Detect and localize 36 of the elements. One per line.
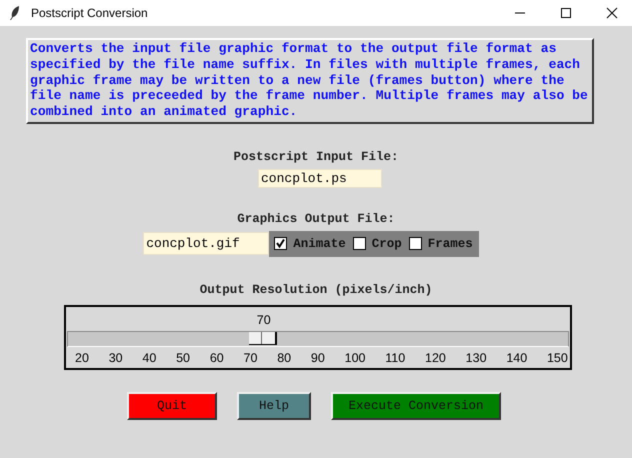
tick-label: 50 xyxy=(176,350,190,365)
tick-label: 100 xyxy=(344,350,366,365)
slider-thumb[interactable] xyxy=(248,332,277,345)
output-file-label: Graphics Output File: xyxy=(237,212,395,226)
tick-label: 150 xyxy=(546,350,568,365)
option-label: Crop xyxy=(372,236,402,251)
tick-label: 90 xyxy=(310,350,325,365)
tick-label: 70 xyxy=(244,350,258,365)
tick-label: 130 xyxy=(466,350,487,365)
tick-label: 140 xyxy=(506,350,528,365)
option-label: Animate xyxy=(293,236,346,251)
tick-label: 110 xyxy=(385,350,406,365)
tick-label: 20 xyxy=(75,350,89,365)
window-title: Postscript Conversion xyxy=(31,6,148,20)
tick-label: 30 xyxy=(108,350,123,365)
output-file-field[interactable]: concplot.gif xyxy=(143,232,270,255)
tick-label: 60 xyxy=(210,350,224,365)
resolution-label: Output Resolution (pixels/inch) xyxy=(200,282,432,297)
tick-label: 120 xyxy=(425,350,446,365)
feather-icon xyxy=(9,5,21,21)
maximize-icon[interactable] xyxy=(560,7,572,19)
tick-label: 80 xyxy=(277,350,292,365)
description-text: Converts the input file graphic format to the output file format as specified by the file name suffix. In files with multiple frames, each graphic frame may be written to a new file (frames button) where the file name is preceeded by the frame number. Multiple frames may also be combined into an animated graphic. xyxy=(26,38,594,124)
execute-button[interactable]: Execute Conversion xyxy=(331,392,501,420)
tick-label: 40 xyxy=(142,350,156,365)
input-file-label: Postscript Input File: xyxy=(233,150,399,164)
close-icon[interactable] xyxy=(606,7,618,19)
help-button[interactable]: Help xyxy=(237,392,311,420)
slider-reading: 70 xyxy=(256,312,271,327)
checkbox[interactable] xyxy=(408,237,422,250)
input-file-field[interactable]: concplot.ps xyxy=(258,168,382,188)
checkbox[interactable] xyxy=(352,237,366,250)
quit-button[interactable]: Quit xyxy=(127,392,217,420)
option-label: Frames xyxy=(428,236,473,251)
checkbox[interactable] xyxy=(274,237,288,250)
slider-track[interactable] xyxy=(67,330,569,347)
